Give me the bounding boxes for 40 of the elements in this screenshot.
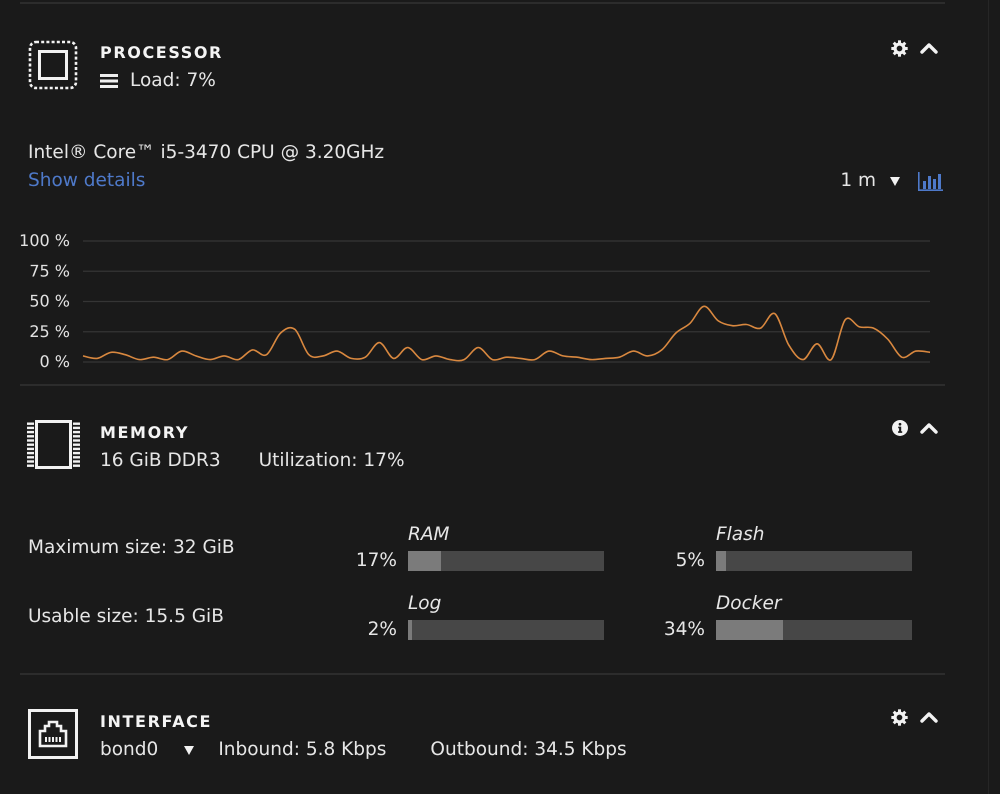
y-axis-label: 50 % xyxy=(29,292,70,310)
processor-chip-icon xyxy=(28,40,78,90)
meter-label: RAM xyxy=(408,524,450,545)
settings-icon[interactable] xyxy=(891,709,908,726)
bar-chart-icon[interactable] xyxy=(918,172,943,190)
time-range-dropdown[interactable]: 1 m xyxy=(840,170,900,192)
chevron-up-icon[interactable] xyxy=(920,422,938,434)
y-axis-label: 25 % xyxy=(29,322,70,341)
meter-label: Flash xyxy=(716,524,764,545)
meter-percent: 17% xyxy=(356,551,397,571)
section-title: INTERFACE xyxy=(100,711,212,733)
settings-icon[interactable] xyxy=(891,40,908,57)
caret-icon xyxy=(890,176,900,186)
ethernet-port-icon xyxy=(28,709,78,759)
meter-percent: 5% xyxy=(676,551,705,571)
memory-chip-icon xyxy=(27,420,80,469)
list-icon xyxy=(100,74,118,88)
inbound-rate-text: Inbound: 5.8 Kbps xyxy=(218,739,386,761)
size-text: Maximum size: 32 GiB xyxy=(28,537,235,558)
size-text: Usable size: 15.5 GiB xyxy=(28,606,224,627)
cpu-model-text: Intel® Core™ i5-3470 CPU @ 3.20GHz xyxy=(28,141,384,165)
info-icon[interactable] xyxy=(892,420,908,436)
y-axis-label: 75 % xyxy=(29,261,70,280)
y-axis-label: 100 % xyxy=(20,231,70,250)
meter-label: Log xyxy=(408,593,442,614)
meter-percent: 34% xyxy=(664,620,705,640)
section-title: MEMORY xyxy=(100,422,190,444)
show-details-link[interactable]: Show details xyxy=(28,169,146,193)
chevron-up-icon[interactable] xyxy=(920,42,938,55)
memory-type-text: 16 GiB DDR3 xyxy=(100,450,221,472)
section-title: PROCESSOR xyxy=(100,42,223,64)
utilization-text: Utilization: 17% xyxy=(258,450,405,472)
meter-percent: 2% xyxy=(368,620,397,640)
chevron-up-icon[interactable] xyxy=(920,711,938,724)
y-axis-label: 0 % xyxy=(40,352,70,371)
interface-dropdown[interactable]: bond0 xyxy=(100,739,194,761)
outbound-rate-text: Outbound: 34.5 Kbps xyxy=(430,739,627,761)
caret-icon xyxy=(184,746,194,754)
meter-label: Docker xyxy=(716,593,782,614)
load-text: Load: 7% xyxy=(130,70,216,92)
